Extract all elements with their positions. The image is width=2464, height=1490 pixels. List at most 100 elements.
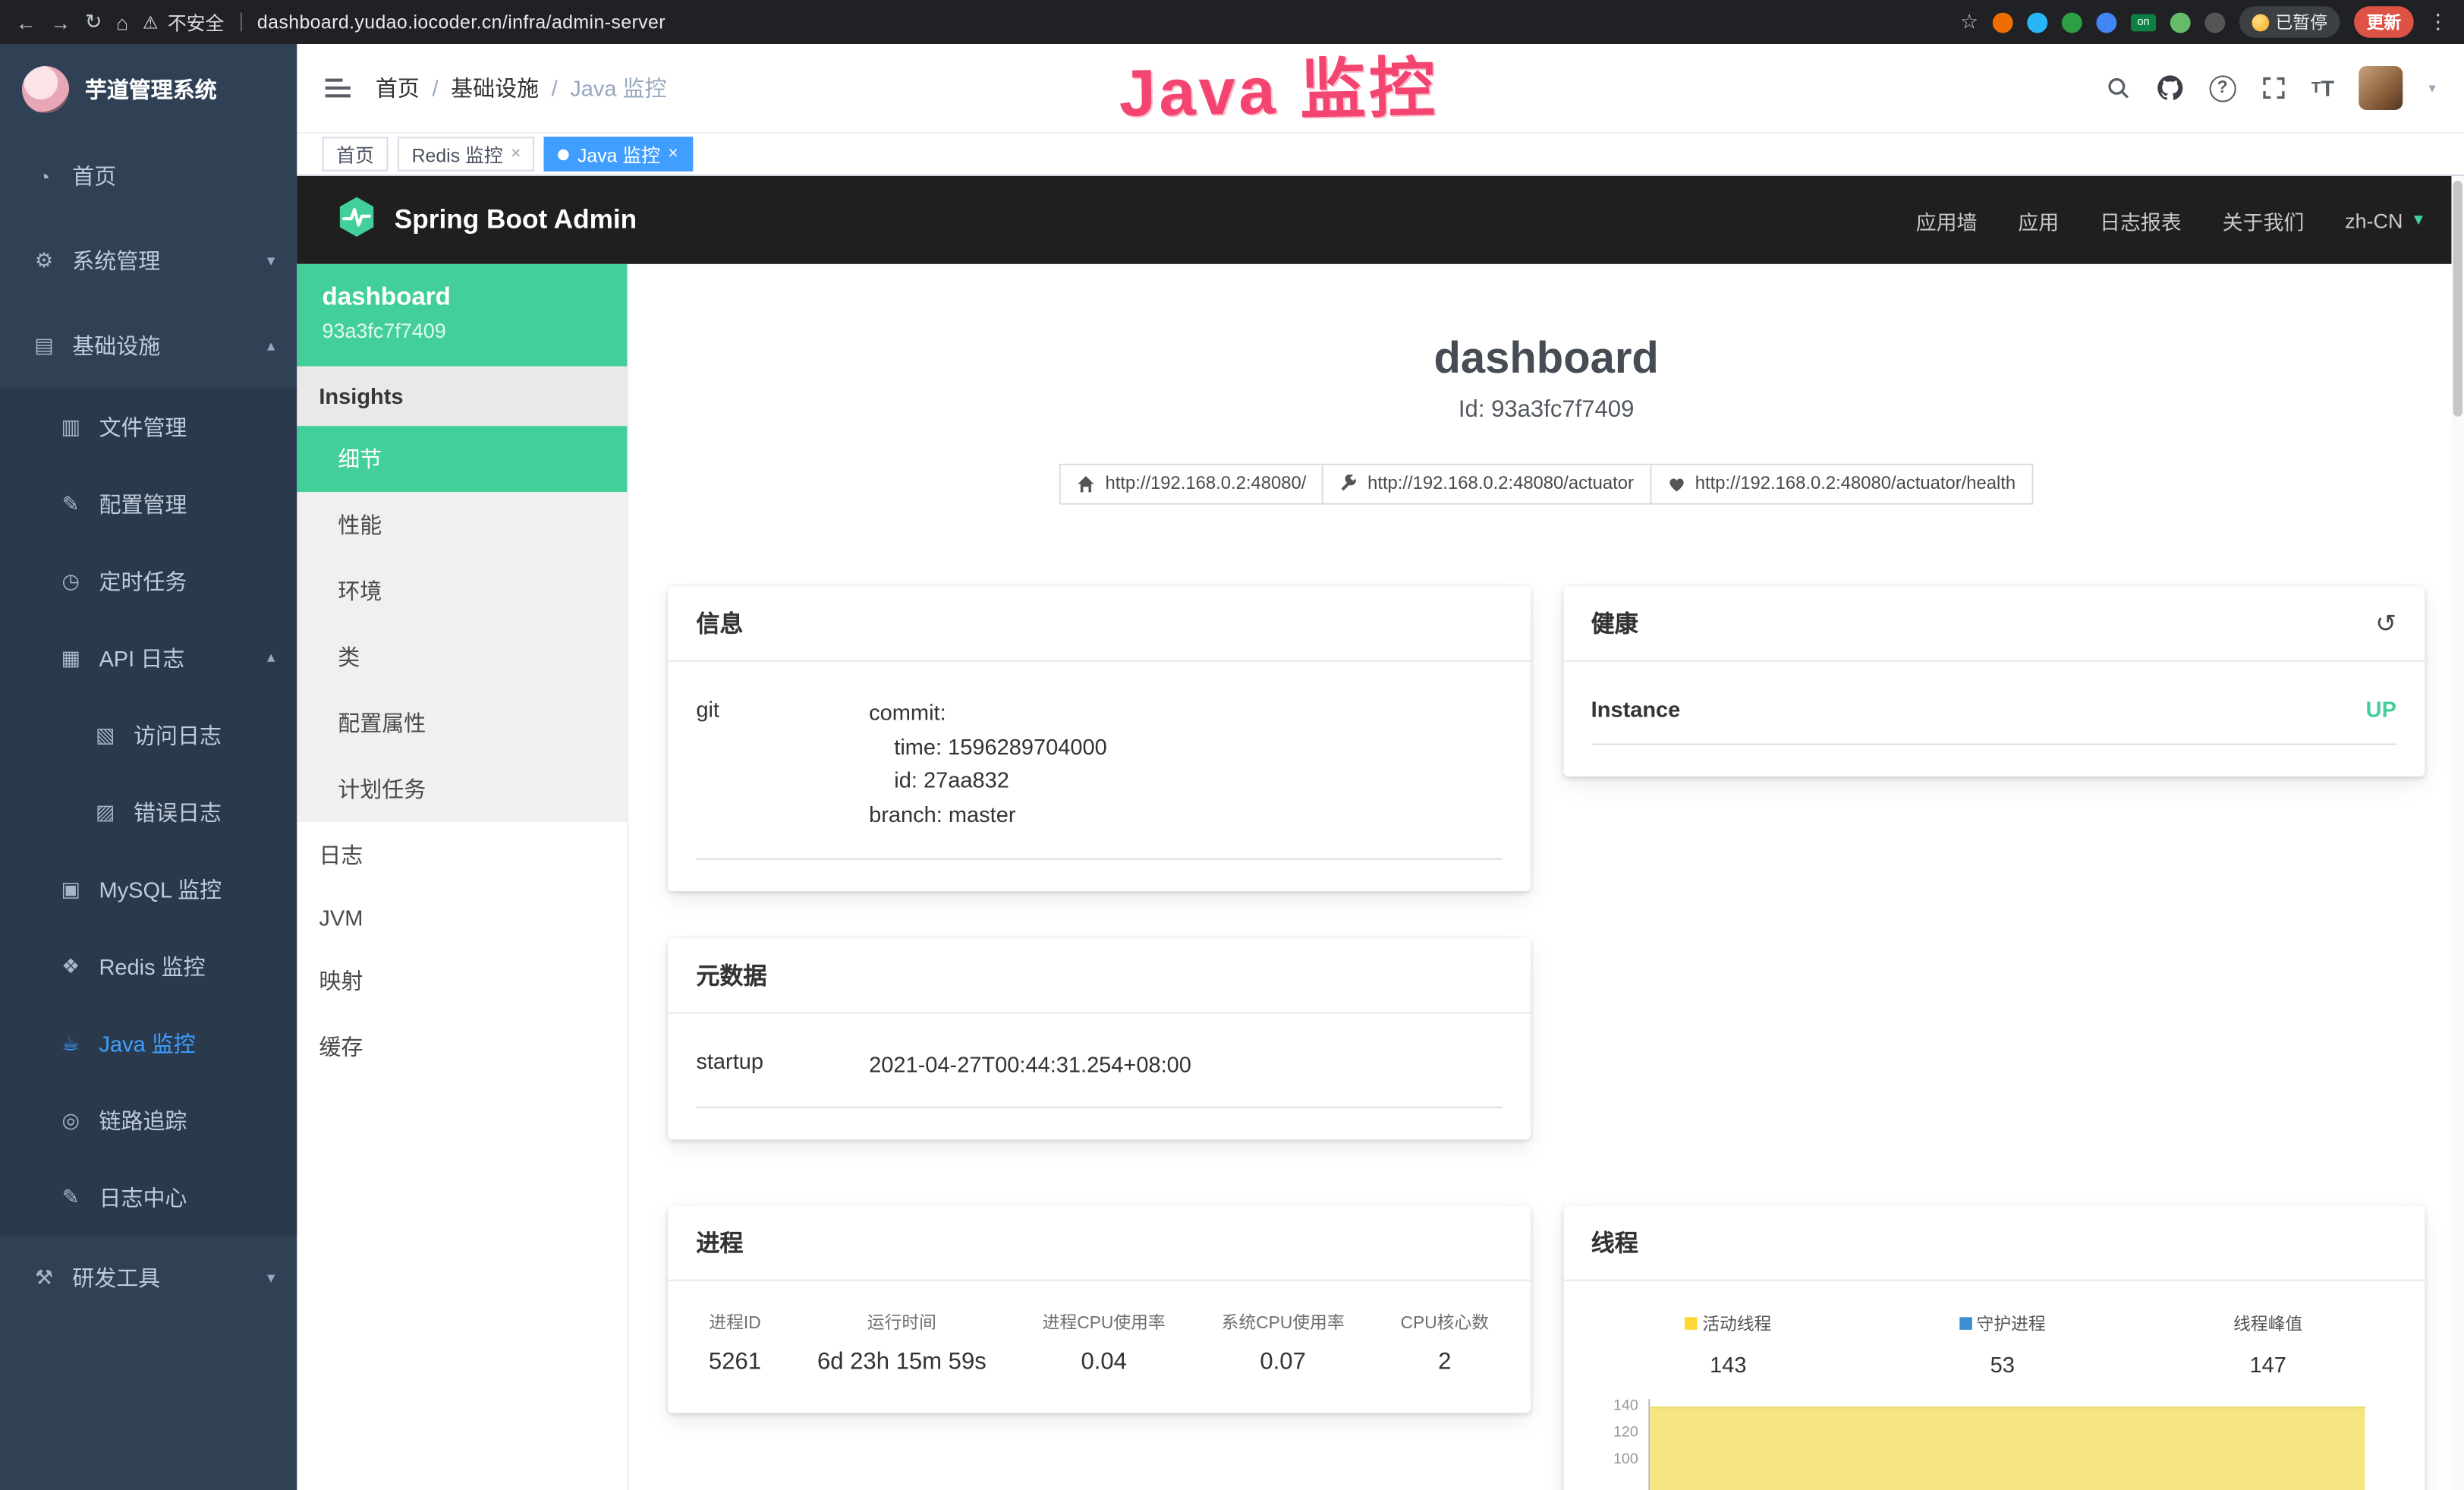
card-title: 元数据 [668,938,1530,1013]
sidebar-item-infra[interactable]: ▤ 基础设施 ▴ [0,304,297,389]
process-card: 进程 进程ID 5261 运行时间 6d 23h 15m 59 [668,1206,1530,1413]
chevron-down-icon: ▾ [267,252,275,269]
sba-nav-journal[interactable]: 日志报表 [2100,205,2182,235]
sidebar-item-label: 错误日志 [134,796,222,827]
locale-select[interactable]: zh-CN ▼ [2345,208,2426,232]
sba-navbar: Spring Boot Admin 应用墙 应用 日志报表 关于我们 zh-CN… [297,176,2464,264]
legend-live-threads: 活动线程 143 [1685,1310,1771,1378]
instance-header[interactable]: dashboard 93a3fc7f7409 [297,264,627,367]
breadcrumb-home[interactable]: 首页 [376,72,420,103]
search-icon[interactable] [2105,75,2130,100]
sidebar-item-system[interactable]: ⚙ 系统管理 ▾ [0,219,297,304]
sba-item-environment[interactable]: 环境 [297,558,627,624]
sidebar-item-file-manage[interactable]: ▥ 文件管理 [0,388,297,465]
browser-toolbar: ← → ↻ ⌂ ⚠ 不安全 dashboard.yudao.iocoder.cn… [0,0,2464,44]
file-icon: ▥ [58,414,83,439]
sba-item-classes[interactable]: 类 [297,624,627,690]
service-url-link[interactable]: http://192.168.0.2:48080/ [1059,464,1323,505]
legend-swatch-blue [1959,1318,1972,1331]
sidebar-item-label: 定时任务 [99,565,187,596]
sba-item-caches[interactable]: 缓存 [297,1014,627,1080]
sidebar-item-label: 基础设施 [72,330,160,361]
sba-item-config-props[interactable]: 配置属性 [297,690,627,756]
sidebar-item-label: 文件管理 [99,411,187,443]
sidebar-item-home[interactable]: ◔ 首页 [0,134,297,219]
sba-nav-about[interactable]: 关于我们 [2223,205,2305,235]
sba-item-details[interactable]: 细节 [297,426,627,492]
tab-java-monitor[interactable]: Java 监控 × [544,137,692,172]
collapse-sidebar-icon[interactable] [326,79,351,98]
sidebar-item-dev-tools[interactable]: ⚒ 研发工具 ▾ [0,1236,297,1321]
extension-icon[interactable] [2027,12,2047,33]
database-icon: ▣ [58,876,83,901]
sba-item-metrics[interactable]: 性能 [297,492,627,558]
menu-dots-icon[interactable]: ⋮ [2428,9,2448,34]
sidebar-item-api-log[interactable]: ▦ API 日志 ▴ [0,619,297,696]
sba-item-mappings[interactable]: 映射 [297,948,627,1014]
chevron-up-icon: ▴ [267,337,275,354]
forward-icon[interactable]: → [50,10,71,33]
address-bar[interactable]: ⚠ 不安全 dashboard.yudao.iocoder.cn/infra/a… [143,8,666,35]
actuator-url-link[interactable]: http://192.168.0.2:48080/actuator [1322,464,1651,505]
info-git-row: git commit: time: 1596289704000 id: 27aa… [696,696,1501,859]
metadata-value: 2021-04-27T00:44:31.254+08:00 [869,1048,1191,1082]
avatar-caret-icon[interactable]: ▾ [2428,80,2435,97]
card-title: 健康 ↺ [1562,586,2425,661]
process-metric: 系统CPU使用率 0.07 [1222,1310,1345,1376]
sba-item-jvm[interactable]: JVM [297,888,627,948]
scrollbar[interactable] [2451,176,2464,1490]
sidebar-item-java-monitor[interactable]: ☕ Java 监控 [0,1004,297,1081]
sba-nav-applications[interactable]: 应用 [2018,205,2059,235]
font-size-icon[interactable]: TT [2311,75,2334,100]
sidebar-item-error-log[interactable]: ▨ 错误日志 [0,773,297,850]
breadcrumb-infra[interactable]: 基础设施 [451,72,539,103]
history-icon[interactable]: ↺ [2375,607,2396,638]
app-logo[interactable]: 芋道管理系统 [0,44,297,134]
sidebar-item-config-manage[interactable]: ✎ 配置管理 [0,465,297,542]
close-icon[interactable]: × [668,145,678,164]
tab-home[interactable]: 首页 [323,137,389,172]
extension-puzzle-icon[interactable] [2204,12,2225,33]
update-button[interactable]: 更新 [2354,6,2414,37]
warning-icon: ⚠ [143,12,158,33]
edit-icon: ✎ [58,491,83,516]
sidebar-item-redis-monitor[interactable]: ❖ Redis 监控 [0,928,297,1004]
sba-nav-wallboard[interactable]: 应用墙 [1916,205,1978,235]
process-metric: 运行时间 6d 23h 15m 59s [817,1310,987,1376]
sba-item-logs[interactable]: 日志 [297,822,627,888]
health-card: 健康 ↺ Instance UP [1562,586,2425,777]
sidebar-item-label: 首页 [72,160,116,191]
fullscreen-icon[interactable] [2261,75,2286,100]
process-metric: CPU核心数 2 [1401,1310,1489,1376]
github-icon[interactable] [2156,74,2184,102]
error-log-icon: ▨ [93,799,118,824]
y-axis: 140 120 100 [1578,1400,1647,1490]
extension-icon[interactable] [2170,12,2191,33]
sidebar-item-log-center[interactable]: ✎ 日志中心 [0,1158,297,1235]
reload-icon[interactable]: ↻ [85,9,102,34]
home-icon[interactable]: ⌂ [116,10,128,33]
sidebar-item-label: 配置管理 [99,488,187,519]
sidebar-item-scheduled-job[interactable]: ◷ 定时任务 [0,542,297,619]
user-avatar[interactable] [2359,66,2403,110]
sba-brand[interactable]: Spring Boot Admin [335,194,637,246]
scrollbar-thumb[interactable] [2453,181,2462,417]
process-metric: 进程CPU使用率 0.04 [1043,1310,1166,1376]
sidebar-item-mysql-monitor[interactable]: ▣ MySQL 监控 [0,850,297,927]
gear-icon: ⚙ [31,248,56,273]
health-url-link[interactable]: http://192.168.0.2:48080/actuator/health [1650,464,2033,505]
extension-icon[interactable] [2096,12,2116,33]
extension-on-icon[interactable]: on [2131,14,2156,31]
extension-icon[interactable] [1993,12,2013,33]
sba-item-scheduled-tasks[interactable]: 计划任务 [297,756,627,822]
sidebar-item-trace[interactable]: ◎ 链路追踪 [0,1082,297,1158]
sidebar-item-access-log[interactable]: ▧ 访问日志 [0,696,297,773]
extension-icon[interactable] [2062,12,2082,33]
bookmark-star-icon[interactable]: ☆ [1960,9,1978,34]
back-icon[interactable]: ← [16,10,36,33]
help-icon[interactable]: ? [2209,74,2236,101]
paused-badge[interactable]: 已暂停 [2239,6,2340,37]
tab-redis-monitor[interactable]: Redis 监控 × [398,137,535,172]
health-instance-row[interactable]: Instance UP [1591,696,2396,745]
close-icon[interactable]: × [511,145,521,164]
